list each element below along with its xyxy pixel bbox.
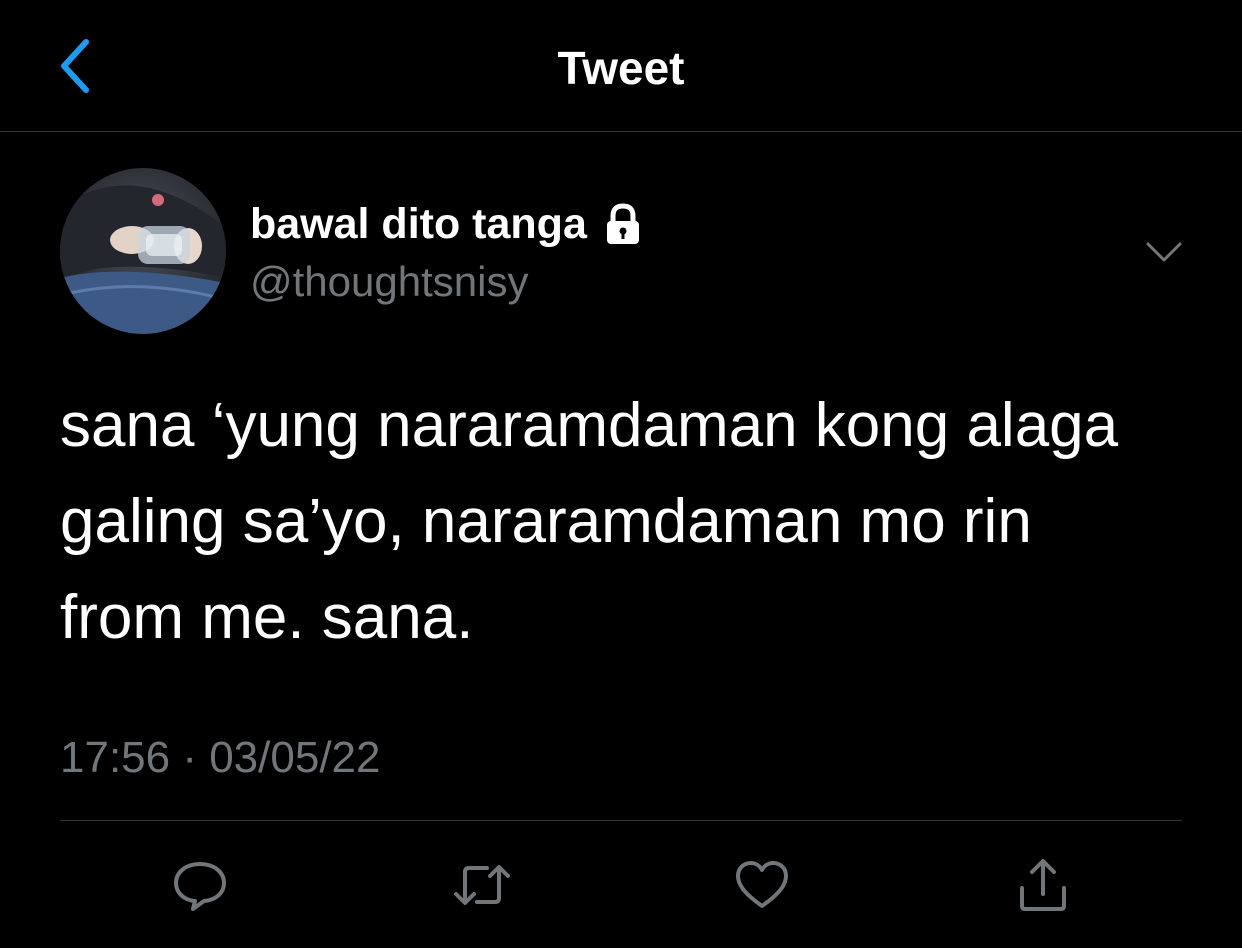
heart-icon: [736, 861, 788, 908]
tweet-timestamp[interactable]: 17:56 · 03/05/22: [60, 730, 380, 786]
tweet-line: galing sa’yo, nararamdaman mo rin: [60, 487, 1032, 556]
retweet-icon: [454, 865, 510, 905]
tweet-line: from me. sana.: [60, 583, 474, 652]
tweet-text: sana ‘yung nararamdaman kong alaga galin…: [60, 378, 1200, 666]
retweet-button[interactable]: [447, 850, 517, 920]
avatar[interactable]: [60, 168, 226, 334]
top-bar: Tweet: [0, 0, 1242, 132]
tweet-line: sana ‘yung nararamdaman kong alaga: [60, 391, 1119, 460]
chevron-down-icon: [1146, 242, 1182, 262]
page-title: Tweet: [557, 42, 685, 94]
reply-icon: [174, 862, 226, 911]
author-name-row: bawal dito tanga: [250, 196, 645, 252]
reply-button[interactable]: [165, 850, 235, 920]
action-bar: [0, 850, 1242, 920]
share-icon: [1020, 859, 1066, 911]
like-button[interactable]: [727, 850, 797, 920]
lock-icon: [601, 202, 645, 246]
more-options-button[interactable]: [1138, 228, 1190, 276]
divider: [60, 820, 1182, 821]
avatar-photo: [60, 168, 226, 334]
author-handle[interactable]: @thoughtsnisy: [250, 254, 528, 310]
share-button[interactable]: [1008, 850, 1078, 920]
display-name[interactable]: bawal dito tanga: [250, 196, 587, 252]
